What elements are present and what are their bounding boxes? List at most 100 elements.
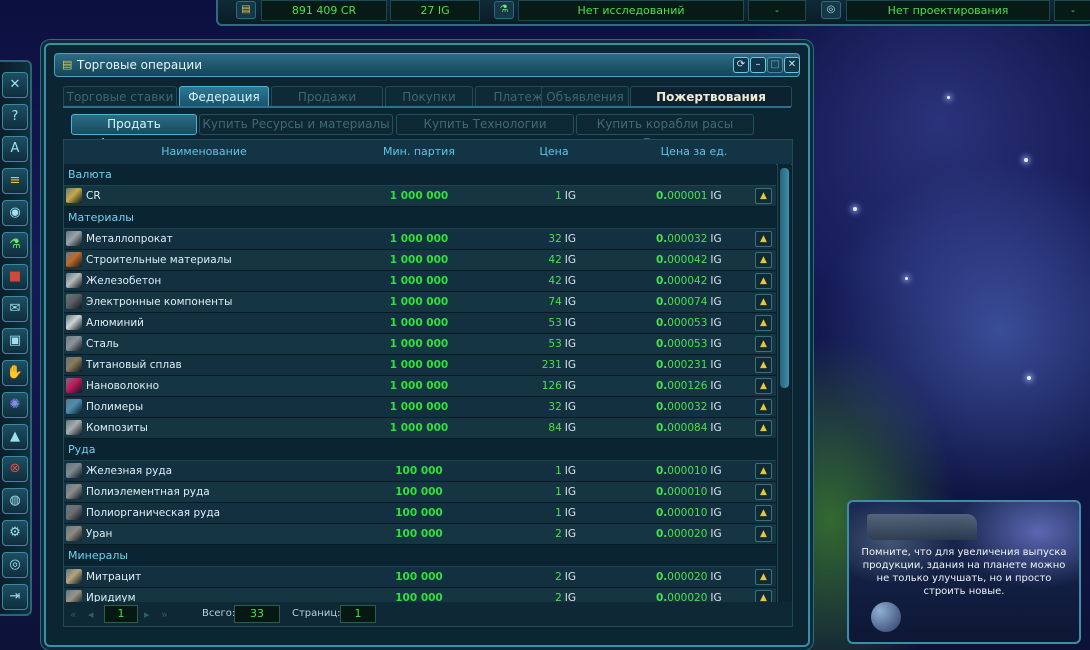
research-icon[interactable]: ⚗ <box>494 1 514 19</box>
mail-icon[interactable]: ✉ <box>2 296 28 322</box>
currency-suffix: IG <box>710 528 722 540</box>
warning-icon[interactable]: ⊗ <box>2 456 28 482</box>
table-row[interactable]: Полиорганическая руда 100 000 1 IG 0.000010 I… <box>64 503 776 524</box>
unit-price: 0.000053 IG <box>656 338 722 350</box>
sell-arrow-icon[interactable]: ▲ <box>755 231 772 247</box>
price: 126 IG <box>520 380 576 392</box>
sell-arrow-icon[interactable]: ▲ <box>755 569 772 585</box>
last-page-icon[interactable]: » <box>161 608 168 621</box>
scrollbar-thumb[interactable] <box>780 168 789 388</box>
table-row[interactable]: Титановый сплав 1 000 000 231 IG 0.000231 IG ▲ <box>64 355 776 376</box>
settings-planet-icon[interactable]: ◍ <box>2 488 28 514</box>
col-unit-price[interactable]: Цена за ед. <box>624 145 764 158</box>
sell-arrow-icon[interactable]: ▲ <box>755 526 772 542</box>
tools-icon[interactable]: ✕ <box>2 72 28 98</box>
gear-icon[interactable]: ⚙ <box>2 520 28 546</box>
inventory-icon[interactable]: ■ <box>2 264 28 290</box>
table-row[interactable]: Нановолокно 1 000 000 126 IG 0.000126 IG ▲ <box>64 376 776 397</box>
price-value: 1 <box>555 190 562 202</box>
research-status: Нет исследований <box>518 0 744 21</box>
sell-arrow-icon[interactable]: ▲ <box>755 505 772 521</box>
table-row[interactable]: Уран 100 000 2 IG 0.000020 IG ▲ <box>64 524 776 545</box>
minimize-icon[interactable]: – <box>750 57 766 73</box>
subtab-sell-federation[interactable]: Продать Федерации <box>71 114 197 150</box>
fleet-icon[interactable]: A <box>2 136 28 162</box>
min-lot: 1 000 000 <box>389 380 449 392</box>
price-value: 32 <box>548 401 562 413</box>
chat-icon[interactable]: ▣ <box>2 328 28 354</box>
sell-arrow-icon[interactable]: ▲ <box>755 463 772 479</box>
table-row[interactable]: Митрацит 100 000 2 IG 0.000020 IG ▲ <box>64 567 776 588</box>
tab-announcements[interactable]: Объявления <box>541 86 629 107</box>
table-row[interactable]: Электронные компоненты 1 000 000 74 IG 0.000… <box>64 292 776 313</box>
handshake-icon[interactable]: ✋ <box>2 360 28 386</box>
spaceship-illustration <box>867 514 977 540</box>
tab-divider <box>63 106 791 108</box>
subtab-buy-tech[interactable]: Купить Технологии <box>396 114 574 135</box>
table-row[interactable]: Полимеры 1 000 000 32 IG 0.000032 IG ▲ <box>64 397 776 418</box>
tab-trade-rates[interactable]: Торговые ставки <box>63 86 177 107</box>
exit-icon[interactable]: ⇥ <box>2 584 28 610</box>
sell-arrow-icon[interactable]: ▲ <box>755 336 772 352</box>
page-input[interactable]: 1 <box>104 605 138 623</box>
sell-arrow-icon[interactable]: ▲ <box>755 188 772 204</box>
sell-arrow-icon[interactable]: ▲ <box>755 378 772 394</box>
table-scrollbar[interactable] <box>777 164 791 603</box>
sell-arrow-icon[interactable]: ▲ <box>755 420 772 436</box>
refresh-icon[interactable]: ⟳ <box>733 57 749 73</box>
table-row[interactable]: Сталь 1 000 000 53 IG 0.000053 IG ▲ <box>64 334 776 355</box>
sell-arrow-icon[interactable]: ▲ <box>755 315 772 331</box>
research-flask-icon[interactable]: ⚗ <box>2 232 28 258</box>
design-icon[interactable]: ◎ <box>821 1 841 19</box>
sell-arrow-icon[interactable]: ▲ <box>755 294 772 310</box>
prev-page-icon[interactable]: ◂ <box>88 608 94 621</box>
unit-price-digits: 000010 <box>667 465 708 477</box>
window-titlebar[interactable]: ▤ Торговые операции ⟳ – □ ✕ <box>54 53 800 77</box>
unit-price: 0.000042 IG <box>656 275 722 287</box>
trade-coins-icon[interactable]: ≡ <box>2 168 28 194</box>
price: 2 IG <box>520 528 576 540</box>
resource-name: Нановолокно <box>86 380 159 392</box>
sell-arrow-icon[interactable]: ▲ <box>755 399 772 415</box>
galaxy-icon[interactable]: ✺ <box>2 392 28 418</box>
subtab-buy-borg-ships[interactable]: Купить корабли расы Боргов <box>576 114 754 150</box>
price-value: 231 <box>541 359 562 371</box>
table-row[interactable]: CR 1 000 000 1 IG 0.000001 IG ▲ <box>64 186 776 207</box>
table-row[interactable]: Алюминий 1 000 000 53 IG 0.000053 IG ▲ <box>64 313 776 334</box>
min-lot: 100 000 <box>395 465 443 477</box>
sell-arrow-icon[interactable]: ▲ <box>755 484 772 500</box>
currency-suffix: IG <box>564 380 576 392</box>
sell-arrow-icon[interactable]: ▲ <box>755 252 772 268</box>
first-page-icon[interactable]: « <box>70 608 77 621</box>
eye-icon[interactable]: ◎ <box>2 552 28 578</box>
sell-arrow-icon[interactable]: ▲ <box>755 357 772 373</box>
col-price[interactable]: Цена <box>504 145 604 158</box>
resource-icon <box>66 336 82 351</box>
tab-federation[interactable]: Федерация <box>179 86 269 107</box>
sell-arrow-icon[interactable]: ▲ <box>755 273 772 289</box>
table-row[interactable]: Композиты 1 000 000 84 IG 0.000084 IG ▲ <box>64 418 776 439</box>
planet-icon[interactable]: ◉ <box>2 200 28 226</box>
star <box>1027 376 1031 380</box>
maximize-icon[interactable]: □ <box>767 57 783 73</box>
price: 2 IG <box>520 571 576 583</box>
tab-sales[interactable]: Продажи <box>271 86 383 107</box>
tab-purchases[interactable]: Покупки <box>385 86 473 107</box>
next-page-icon[interactable]: ▸ <box>144 608 150 621</box>
table-row[interactable]: Полиэлементная руда 100 000 1 IG 0.000010 IG ▲ <box>64 482 776 503</box>
subtab-buy-resources[interactable]: Купить Ресурсы и материалы <box>199 114 393 135</box>
table-row[interactable]: Строительные материалы 1 000 000 42 IG 0.000… <box>64 250 776 271</box>
table-row[interactable]: Железная руда 100 000 1 IG 0.000010 IG ▲ <box>64 461 776 482</box>
table-row[interactable]: Железобетон 1 000 000 42 IG 0.000042 IG ▲ <box>64 271 776 292</box>
min-lot: 1 000 000 <box>389 296 449 308</box>
table-row[interactable]: Металлопрокат 1 000 000 32 IG 0.000032 IG ▲ <box>64 229 776 250</box>
help-icon[interactable]: ? <box>2 104 28 130</box>
resource-name: Полиорганическая руда <box>86 507 221 519</box>
price: 74 IG <box>520 296 576 308</box>
unit-price-digits: 000001 <box>667 190 708 202</box>
col-min-lot[interactable]: Мин. партия <box>354 145 484 158</box>
alliance-icon[interactable]: ▲ <box>2 424 28 450</box>
col-name[interactable]: Наименование <box>124 145 284 158</box>
tab-donations[interactable]: Пожертвования <box>630 86 792 107</box>
close-icon[interactable]: ✕ <box>784 57 800 73</box>
